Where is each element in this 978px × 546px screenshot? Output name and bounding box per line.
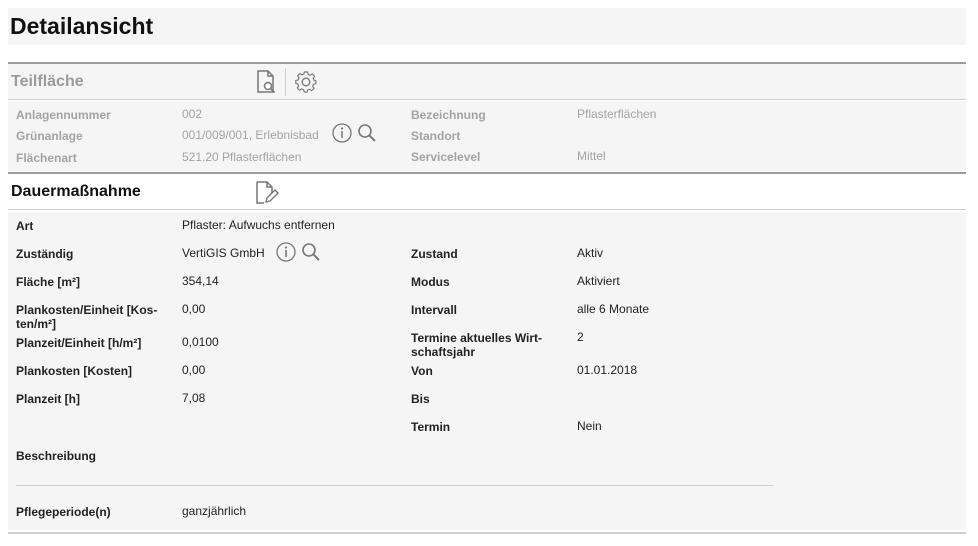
planzeit-label: Planzeit [h] bbox=[16, 392, 81, 406]
page-title: Detailansicht bbox=[10, 13, 154, 39]
anlagennummer-label: Anlagennummer bbox=[16, 108, 111, 122]
intervall-value: alle 6 Monate bbox=[577, 302, 650, 316]
termin-label: Termin bbox=[411, 420, 451, 434]
teilflaeche-details: Anlagennummer 002 Grünanlage 001/009/001… bbox=[8, 101, 966, 171]
termine-label: Termine aktuelles Wirt-schaftsjahr bbox=[411, 331, 543, 359]
dauermassnahme-details: Art Pflaster: Aufwuchs entfernen Zuständ… bbox=[8, 212, 966, 530]
dauermassnahme-title: Dauermaßnahme bbox=[11, 183, 141, 200]
planzeit-einheit-value: 0,0100 bbox=[182, 335, 219, 349]
search-icon[interactable] bbox=[356, 122, 378, 144]
von-label: Von bbox=[411, 364, 433, 378]
info-icon[interactable] bbox=[275, 241, 297, 263]
bis-label: Bis bbox=[411, 392, 430, 406]
zustand-label: Zustand bbox=[411, 247, 458, 261]
flaechenart-value: 521.20 Pflasterflächen bbox=[182, 150, 302, 164]
standort-label: Standort bbox=[411, 129, 461, 143]
zustand-value: Aktiv bbox=[577, 246, 604, 260]
document-edit-icon[interactable] bbox=[252, 179, 280, 207]
dauermassnahme-header: Dauermaßnahme bbox=[8, 172, 966, 210]
teilflaeche-title: Teilfläche bbox=[11, 73, 84, 90]
plankosten-value: 0,00 bbox=[182, 363, 206, 377]
termine-value: 2 bbox=[577, 330, 584, 344]
gruenanlage-value: 001/009/001, Erlebnisbad bbox=[182, 128, 319, 142]
servicelevel-label: Servicelevel bbox=[411, 150, 481, 164]
termin-value: Nein bbox=[577, 419, 602, 433]
search-icon[interactable] bbox=[300, 241, 322, 263]
zustaendig-value: VertiGIS GmbH bbox=[182, 246, 265, 260]
bezeichnung-label: Bezeichnung bbox=[411, 108, 486, 122]
gruenanlage-label: Grünanlage bbox=[16, 129, 83, 143]
servicelevel-value: Mittel bbox=[577, 149, 606, 163]
pflegeperiode-label: Pflegeperiode(n) bbox=[16, 505, 111, 519]
planzeit-value: 7,08 bbox=[182, 391, 206, 405]
beschreibung-label: Beschreibung bbox=[16, 449, 97, 463]
intervall-label: Intervall bbox=[411, 303, 458, 317]
page-header: Detailansicht bbox=[8, 8, 966, 45]
anlagennummer-value: 002 bbox=[182, 107, 203, 121]
plankosten-einheit-label: Plankosten/Einheit [Kos-ten/m²] bbox=[16, 303, 158, 331]
divider bbox=[16, 485, 773, 486]
plankosten-einheit-value: 0,00 bbox=[182, 302, 206, 316]
document-search-icon[interactable] bbox=[252, 68, 280, 96]
von-value: 01.01.2018 bbox=[577, 363, 638, 377]
art-value: Pflaster: Aufwuchs entfernen bbox=[182, 218, 335, 232]
modus-label: Modus bbox=[411, 275, 450, 289]
pflegeperiode-value: ganzjährlich bbox=[182, 504, 247, 518]
zustaendig-label: Zuständig bbox=[16, 247, 74, 261]
planzeit-einheit-label: Planzeit/Einheit [h/m²] bbox=[16, 336, 142, 350]
flaeche-value: 354,14 bbox=[182, 274, 219, 288]
teilflaeche-header: Teilfläche bbox=[8, 62, 966, 100]
art-label: Art bbox=[16, 219, 34, 233]
modus-value: Aktiviert bbox=[577, 274, 620, 288]
icon-separator bbox=[285, 68, 286, 96]
flaeche-label: Fläche [m²] bbox=[16, 275, 81, 289]
flaechenart-label: Flächenart bbox=[16, 151, 77, 165]
bezeichnung-value: Pflasterflächen bbox=[577, 107, 657, 121]
bottom-border bbox=[8, 532, 966, 534]
plankosten-label: Plankosten [Kosten] bbox=[16, 364, 133, 378]
info-icon[interactable] bbox=[331, 122, 353, 144]
gear-icon[interactable] bbox=[292, 68, 320, 96]
